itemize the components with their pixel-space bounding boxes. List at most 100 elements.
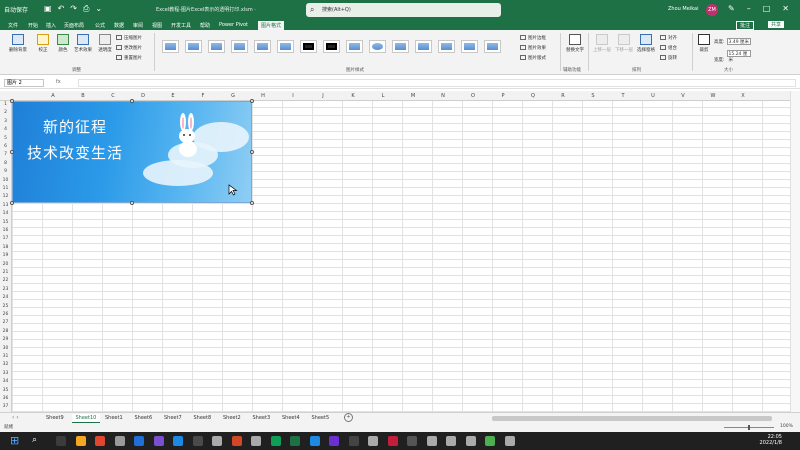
tab-picture-format[interactable]: 图片格式 [258,21,285,30]
row-header[interactable]: 2 [0,109,11,117]
row-header[interactable]: 19 [0,252,11,260]
send-backward-button[interactable]: 下移一层 [614,34,634,53]
tab-page-layout[interactable]: 页面布局 [64,22,84,29]
row-header[interactable]: 24 [0,294,11,302]
height-field[interactable]: 高度: 3.49 厘米 [714,38,751,45]
taskbar-app-icon[interactable] [251,436,261,446]
minimize-icon[interactable]: – [747,4,751,13]
align-button[interactable]: 对齐 [660,35,677,41]
taskbar-clock[interactable]: 22:05 2022/1/8 [748,434,782,446]
row-header[interactable]: 36 [0,395,11,403]
column-header[interactable]: A [38,93,68,99]
row-header[interactable]: 37 [0,403,11,411]
picture-style-option[interactable] [323,40,340,53]
row-header[interactable]: 22 [0,277,11,285]
sheet-tab[interactable]: Sheet5 [308,414,334,423]
row-header[interactable]: 10 [0,177,11,185]
resize-handle[interactable] [10,201,14,205]
redo-icon[interactable]: ↷ [70,4,77,14]
picture-style-option[interactable] [392,40,409,53]
taskbar-app-icon[interactable] [114,436,125,446]
sheet-tab[interactable]: Sheet8 [190,414,216,423]
column-header[interactable]: U [638,93,668,99]
tab-insert[interactable]: 插入 [46,22,56,29]
picture-style-option[interactable] [300,40,317,53]
column-header[interactable]: I [278,93,308,99]
row-header[interactable]: 4 [0,126,11,134]
taskbar-app-icon[interactable] [387,436,398,446]
row-header[interactable]: 16 [0,227,11,235]
row-header[interactable]: 35 [0,387,11,395]
resize-handle[interactable] [250,99,254,103]
search-box[interactable]: ⌕ 搜索(Alt+Q) [306,3,501,17]
sheet-tab[interactable]: Sheet4 [278,414,304,423]
column-header[interactable]: J [308,93,338,99]
taskbar-app-icon[interactable] [446,436,456,446]
taskbar-app-icon[interactable] [368,436,378,446]
column-header[interactable]: P [488,93,518,99]
taskbar-app-icon[interactable] [56,436,66,446]
picture-style-option[interactable] [231,40,248,53]
avatar[interactable]: ZM [706,4,718,16]
tab-help[interactable]: 帮助 [200,22,210,29]
picture-style-option[interactable] [208,40,225,53]
taskbar-app-icon[interactable] [465,436,476,446]
sheet-tab[interactable]: Sheet2 [219,414,245,423]
sheet-tab[interactable]: Sheet7 [160,414,186,423]
column-header[interactable]: S [578,93,608,99]
tab-formulas[interactable]: 公式 [95,22,105,29]
taskbar-app-icon[interactable] [192,436,203,446]
row-header[interactable]: 12 [0,193,11,201]
row-header[interactable]: 33 [0,370,11,378]
artistic-effects-button[interactable]: 艺术效果 [72,34,94,53]
formula-input[interactable] [78,79,796,87]
taskbar-app-icon[interactable] [504,436,515,446]
taskbar-app-icon[interactable] [485,436,495,446]
picture-style-option[interactable] [346,40,363,53]
resize-handle[interactable] [10,99,14,103]
tab-power-pivot[interactable]: Power Pivot [219,22,248,28]
group-button[interactable]: 组合 [660,45,677,51]
name-box[interactable]: 图片 2 [4,79,44,87]
sheet-tab[interactable]: Sheet10 [71,414,101,423]
picture-style-option[interactable] [369,40,386,53]
share-button[interactable]: 共享 [768,21,785,28]
column-header[interactable]: B [68,93,98,99]
column-header[interactable]: W [698,93,728,99]
sheet-tab[interactable]: Sheet3 [249,414,275,423]
corrections-button[interactable]: 校正 [34,34,52,53]
taskbar-search-icon[interactable]: ⌕ [32,435,37,445]
remove-background-button[interactable]: 删除背景 [6,34,30,53]
row-header[interactable]: 32 [0,361,11,369]
transparency-button[interactable]: 透明度 [96,34,114,53]
compress-pictures-button[interactable]: 压缩图片 [116,35,142,41]
picture-style-option[interactable] [254,40,271,53]
bring-forward-button[interactable]: 上移一层 [592,34,612,53]
resize-handle[interactable] [130,201,134,205]
column-header[interactable]: G [218,93,248,99]
alt-text-button[interactable]: 替换文字 [566,34,584,53]
taskbar-app-icon[interactable] [329,436,339,446]
row-header[interactable]: 8 [0,160,11,168]
taskbar-app-icon[interactable] [134,436,144,446]
column-header[interactable]: X [728,93,758,99]
maximize-icon[interactable]: □ [763,4,771,13]
reset-picture-button[interactable]: 重置图片 [116,55,142,61]
picture-effects-button[interactable]: 图片效果 [520,45,546,51]
row-header[interactable]: 18 [0,244,11,252]
resize-handle[interactable] [250,201,254,205]
tab-view[interactable]: 视图 [152,22,162,29]
taskbar-app-icon[interactable] [309,436,320,446]
taskbar-app-icon[interactable] [290,436,300,446]
sheet-nav-arrows[interactable]: ‹ › [12,414,19,421]
customize-qat-icon[interactable]: ⌄ [95,4,102,14]
row-header[interactable]: 28 [0,328,11,336]
resize-handle[interactable] [10,150,14,154]
row-header[interactable]: 23 [0,286,11,294]
row-header[interactable]: 5 [0,135,11,143]
save-icon[interactable]: ▣ [44,4,52,14]
column-header[interactable]: N [428,93,458,99]
width-field[interactable]: 宽度:15.24 厘米 [714,50,751,63]
taskbar-app-icon[interactable] [348,436,359,446]
sheet-tab[interactable]: Sheet1 [101,414,127,423]
